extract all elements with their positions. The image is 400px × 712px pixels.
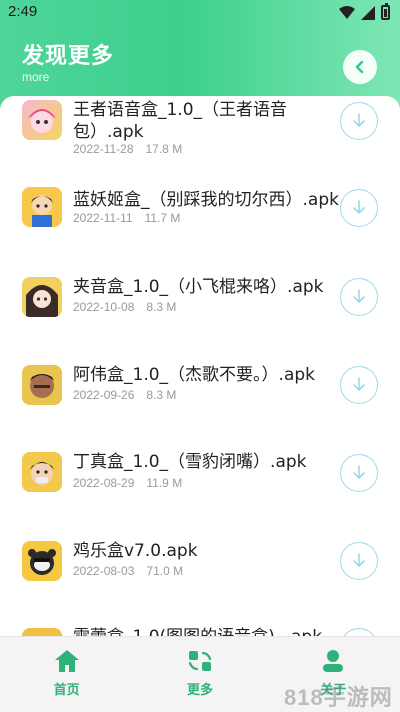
tab-more[interactable]: 更多 [155, 637, 245, 698]
app-meta: 2022-11-28 17.8 M [73, 142, 182, 156]
download-icon [353, 113, 365, 127]
app-date: 2022-08-03 [73, 564, 135, 578]
page-subtitle: more [22, 70, 50, 84]
status-time: 2:49 [8, 3, 38, 20]
tab-label: 首页 [53, 683, 80, 698]
download-icon [353, 289, 365, 303]
download-icon [353, 553, 365, 567]
app-icon [22, 452, 62, 492]
list-item[interactable]: 夹音盒_1.0_（小飞棍来咯）.apk 2022-10-08 8.3 M [0, 272, 400, 360]
tab-home[interactable]: 首页 [22, 637, 112, 698]
app-icon [22, 541, 62, 581]
chevron-left-icon [355, 60, 364, 74]
battery-icon [381, 3, 390, 20]
app-size: 11.9 M [146, 476, 183, 490]
app-date: 2022-09-26 [73, 388, 135, 402]
download-button[interactable] [340, 454, 378, 492]
app-size: 17.8 M [145, 142, 183, 156]
refresh-grid-icon [188, 651, 212, 671]
app-icon [22, 187, 62, 227]
app-size: 8.3 M [146, 388, 177, 402]
status-bar: 2:49 [0, 0, 400, 26]
app-icon [22, 365, 62, 405]
app-name: 雷蕾盒_1.0(图图的语音盒)...apk [73, 626, 345, 636]
app-date: 2022-08-29 [73, 476, 135, 490]
app-meta: 2022-08-29 11.9 M [73, 476, 182, 490]
app-size: 8.3 M [146, 300, 177, 314]
app-name: 阿伟盒_1.0_（杰歌不要。）.apk [73, 365, 315, 385]
signal-icon [361, 5, 375, 20]
app-size: 11.7 M [144, 211, 181, 225]
page-title: 发现更多 [22, 44, 115, 69]
app-meta: 2022-09-26 8.3 M [73, 388, 176, 402]
app-meta: 2022-10-08 8.3 M [73, 300, 176, 314]
list-item[interactable]: 王者语音盒_1.0_（王者语音包）.apk 2022-11-28 17.8 M [0, 96, 400, 184]
user-icon [323, 650, 344, 672]
list-item[interactable]: 雷蕾盒_1.0(图图的语音盒)...apk [0, 624, 400, 636]
app-size: 71.0 M [146, 564, 184, 578]
download-button[interactable] [340, 189, 378, 227]
app-name: 王者语音盒_1.0_（王者语音包）.apk [73, 100, 288, 142]
download-icon [353, 465, 365, 479]
download-button[interactable] [340, 628, 378, 636]
list-item[interactable]: 鸡乐盒v7.0.apk 2022-08-03 71.0 M [0, 536, 400, 624]
watermark: 818手游网 [284, 685, 393, 710]
list-item[interactable]: 丁真盒_1.0_（雪豹闭嘴）.apk 2022-08-29 11.9 M [0, 448, 400, 536]
download-button[interactable] [340, 542, 378, 580]
home-icon [54, 650, 79, 672]
app-name: 夹音盒_1.0_（小飞棍来咯）.apk [73, 277, 324, 297]
app-name: 鸡乐盒v7.0.apk [73, 541, 198, 561]
app-date: 2022-10-08 [73, 300, 135, 314]
app-name: 蓝妖姬盒_（别踩我的切尔西）.apk [73, 190, 339, 210]
download-icon [353, 377, 365, 391]
download-button[interactable] [340, 278, 378, 316]
app-meta: 2022-11-11 11.7 M [73, 211, 180, 225]
app-icon [22, 277, 62, 317]
download-icon [353, 200, 365, 214]
list-item[interactable]: 阿伟盒_1.0_（杰歌不要。）.apk 2022-09-26 8.3 M [0, 360, 400, 448]
app-list: 王者语音盒_1.0_（王者语音包）.apk 2022-11-28 17.8 M … [0, 96, 400, 636]
wifi-icon [339, 5, 355, 19]
list-item[interactable]: 蓝妖姬盒_（别踩我的切尔西）.apk 2022-11-11 11.7 M [0, 184, 400, 272]
download-button[interactable] [340, 366, 378, 404]
back-button[interactable] [343, 50, 377, 84]
app-name: 丁真盒_1.0_（雪豹闭嘴）.apk [73, 452, 307, 472]
tab-label: 更多 [186, 683, 213, 698]
app-date: 2022-11-28 [73, 142, 134, 156]
status-icons [339, 3, 390, 20]
app-icon [22, 100, 62, 140]
app-date: 2022-11-11 [73, 211, 133, 225]
app-meta: 2022-08-03 71.0 M [73, 564, 183, 578]
app-icon [22, 628, 62, 636]
download-button[interactable] [340, 102, 378, 140]
